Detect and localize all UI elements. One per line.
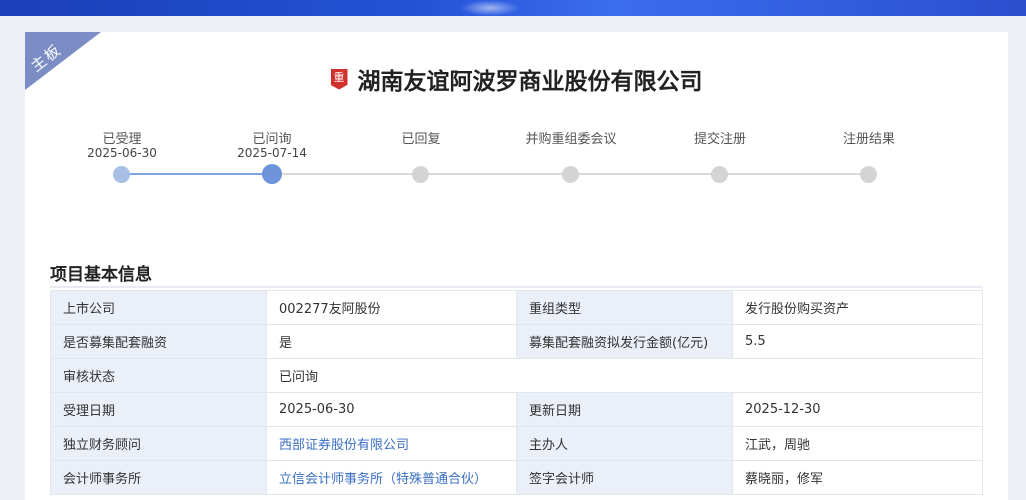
listed-company-label: 上市公司: [50, 290, 267, 325]
accounting-firm-link[interactable]: 立信会计师事务所（特殊普通合伙）: [279, 472, 487, 487]
sponsor-value: 江武，周驰: [732, 426, 983, 461]
company-title: 重 湖南友谊阿波罗商业股份有限公司: [25, 62, 1008, 96]
update-date-label: 更新日期: [516, 392, 733, 427]
step-submit-registration: 提交注册: [650, 128, 790, 183]
top-banner: [0, 0, 1026, 16]
step-registration-result: 注册结果: [799, 128, 939, 183]
restructure-type-value: 发行股份购买资产: [732, 290, 983, 325]
review-status-label: 审核状态: [50, 358, 267, 393]
restructure-badge-icon: 重: [330, 68, 348, 90]
table-row: 是否募集配套融资 是 募集配套融资拟发行金额(亿元) 5.5: [50, 324, 983, 359]
update-date-value: 2025-12-30: [732, 392, 983, 427]
basic-info-table: 上市公司 002277友阿股份 重组类型 发行股份购买资产 是否募集配套融资 是…: [50, 290, 983, 495]
financing-amount-label: 募集配套融资拟发行金额(亿元): [516, 324, 733, 359]
step-label: 并购重组委会议: [525, 132, 617, 147]
step-dot-icon: [262, 164, 282, 184]
company-name: 湖南友谊阿波罗商业股份有限公司: [357, 69, 703, 95]
step-replied: 已回复: [351, 128, 491, 183]
step-dot-icon: [412, 166, 429, 183]
step-line-done: [122, 173, 272, 175]
sponsor-label: 主办人: [516, 426, 733, 461]
accept-date-value: 2025-06-30: [266, 392, 517, 427]
step-date: [650, 146, 790, 163]
table-row: 受理日期 2025-06-30 更新日期 2025-12-30: [50, 392, 983, 427]
review-status-value: 已问询: [266, 358, 983, 393]
step-dot-icon: [562, 166, 579, 183]
table-row: 审核状态 已问询: [50, 358, 983, 393]
project-card: 主板 重 湖南友谊阿波罗商业股份有限公司 已受理 2025-06-30 已问询 …: [25, 32, 1008, 500]
restructure-type-label: 重组类型: [516, 290, 733, 325]
step-inquired: 已问询 2025-07-14: [202, 128, 342, 184]
table-row: 会计师事务所 立信会计师事务所（特殊普通合伙） 签字会计师 蔡晓丽，修军: [50, 460, 983, 495]
step-label: 已回复: [401, 132, 441, 147]
supporting-financing-label: 是否募集配套融资: [50, 324, 267, 359]
step-committee-meeting: 并购重组委会议: [501, 128, 641, 183]
accept-date-label: 受理日期: [50, 392, 267, 427]
signing-accountant-label: 签字会计师: [516, 460, 733, 495]
step-dot-icon: [113, 166, 130, 183]
step-date: 2025-07-14: [237, 146, 307, 160]
listed-company-value: 002277友阿股份: [266, 290, 517, 325]
table-row: 独立财务顾问 西部证券股份有限公司 主办人 江武，周驰: [50, 426, 983, 461]
step-label: 提交注册: [693, 132, 746, 147]
step-date: [501, 146, 641, 163]
financial-advisor-link[interactable]: 西部证券股份有限公司: [279, 438, 409, 453]
progress-steps: 已受理 2025-06-30 已问询 2025-07-14 已回复 并购重组委会…: [25, 128, 1008, 188]
step-dot-icon: [711, 166, 728, 183]
accounting-firm-label: 会计师事务所: [50, 460, 267, 495]
step-date: [351, 146, 491, 163]
financial-advisor-label: 独立财务顾问: [50, 426, 267, 461]
step-dot-icon: [860, 166, 877, 183]
step-accepted: 已受理 2025-06-30: [52, 128, 192, 183]
financial-advisor-cell: 西部证券股份有限公司: [266, 426, 517, 461]
step-label: 已问询: [252, 132, 292, 147]
section-divider: [50, 286, 983, 288]
table-row: 上市公司 002277友阿股份 重组类型 发行股份购买资产: [50, 290, 983, 325]
step-label: 已受理: [102, 132, 142, 147]
signing-accountant-value: 蔡晓丽，修军: [732, 460, 983, 495]
step-label: 注册结果: [842, 132, 895, 147]
step-date: [799, 146, 939, 163]
financing-amount-value: 5.5: [732, 324, 983, 359]
step-date: 2025-06-30: [87, 146, 157, 160]
accounting-firm-cell: 立信会计师事务所（特殊普通合伙）: [266, 460, 517, 495]
supporting-financing-value: 是: [266, 324, 517, 359]
section-title: 项目基本信息: [50, 265, 152, 285]
